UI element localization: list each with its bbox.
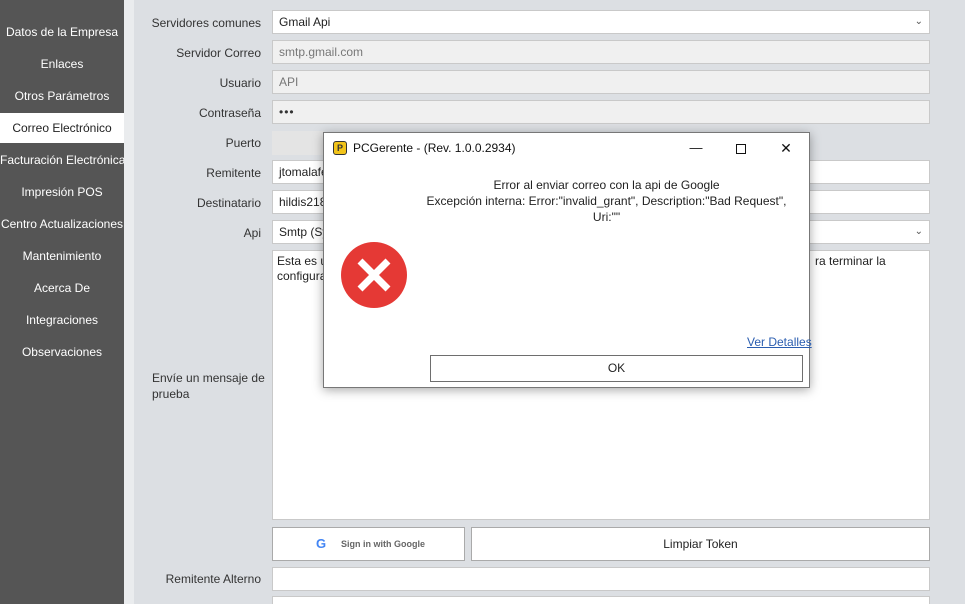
api-value: Smtp (Sy [279,225,329,239]
maximize-icon [736,143,746,154]
sidebar-item-centro-actualizaciones[interactable]: Centro Actualizaciones [0,209,124,239]
contrasena-label: Contraseña [198,106,261,120]
google-signin-button[interactable]: G Sign in with Google [272,527,465,561]
dialog-message-line-3: Uri:"" [592,210,621,224]
minimize-button[interactable]: — [681,136,711,160]
dialog-message: Error al enviar correo con la api de Goo… [414,177,799,225]
sidebar-item-acerca-de[interactable]: Acerca De [0,273,124,303]
dialog-titlebar[interactable]: P PCGerente - (Rev. 1.0.0.2934) — ✕ [324,133,809,163]
extra-field[interactable] [272,596,930,604]
usuario-field[interactable]: API [272,70,930,94]
servidor-correo-label: Servidor Correo [176,46,261,60]
chevron-down-icon: ⌄ [914,226,923,237]
sidebar-item-otros-parametros[interactable]: Otros Parámetros [0,81,124,111]
google-g-icon: G [316,536,327,551]
sidebar-item-mantenimiento[interactable]: Mantenimiento [0,241,124,271]
chevron-down-icon: ⌄ [914,16,923,27]
dialog-message-line-1: Error al enviar correo con la api de Goo… [493,178,720,192]
contrasena-field[interactable]: ••• [272,100,930,124]
destinatario-label: Destinatario [196,196,261,210]
mensaje-prueba-label: Envíe un mensaje de prueba [152,371,265,401]
remitente-alterno-field[interactable] [272,567,930,591]
pcgerente-app-icon: P [333,141,347,155]
servidores-comunes-select[interactable]: Gmail Api ⌄ [272,10,930,34]
remitente-label: Remitente [206,166,261,180]
sidebar-item-enlaces[interactable]: Enlaces [0,49,124,79]
limpiar-token-button[interactable]: Limpiar Token [471,527,930,561]
sidebar-item-facturacion-electronica[interactable]: Facturación Electrónica [0,145,125,175]
sidebar-item-datos-empresa[interactable]: Datos de la Empresa [0,17,124,47]
google-signin-label: Sign in with Google [341,539,425,549]
panel-edge [124,0,134,604]
usuario-label: Usuario [219,76,261,90]
servidores-comunes-value: Gmail Api [279,15,331,29]
servidor-correo-field[interactable]: smtp.gmail.com [272,40,930,64]
ok-button[interactable]: OK [430,355,803,382]
sidebar-item-correo-electronico[interactable]: Correo Electrónico [0,113,124,143]
close-button[interactable]: ✕ [771,136,801,160]
error-dialog: P PCGerente - (Rev. 1.0.0.2934) — ✕ Erro… [323,132,812,388]
usuario-value: API [279,75,299,89]
contrasena-value: ••• [279,105,295,119]
maximize-button[interactable] [726,136,756,160]
error-x-icon [341,242,407,308]
destinatario-value: hildis218 [279,195,327,209]
remitente-alterno-label: Remitente Alterno [165,572,261,586]
remitente-value: jtomalafe [279,165,328,179]
message-line-1-tail: ra terminar la [815,254,886,268]
dialog-message-line-2: Excepción interna: Error:"invalid_grant"… [426,194,787,208]
puerto-label: Puerto [225,136,261,150]
puerto-field[interactable] [272,131,324,155]
api-label: Api [243,226,261,240]
message-line-1: Esta es u [277,254,328,268]
sidebar-nav: Datos de la Empresa Enlaces Otros Paráme… [0,0,125,604]
ver-detalles-link[interactable]: Ver Detalles [747,335,812,349]
sidebar-item-integraciones[interactable]: Integraciones [0,305,124,335]
sidebar-item-impresion-pos[interactable]: Impresión POS [0,177,124,207]
servidores-comunes-label: Servidores comunes [151,16,261,30]
sidebar-item-observaciones[interactable]: Observaciones [0,337,124,367]
servidor-correo-value: smtp.gmail.com [279,45,364,59]
dialog-title: PCGerente - (Rev. 1.0.0.2934) [353,141,516,155]
